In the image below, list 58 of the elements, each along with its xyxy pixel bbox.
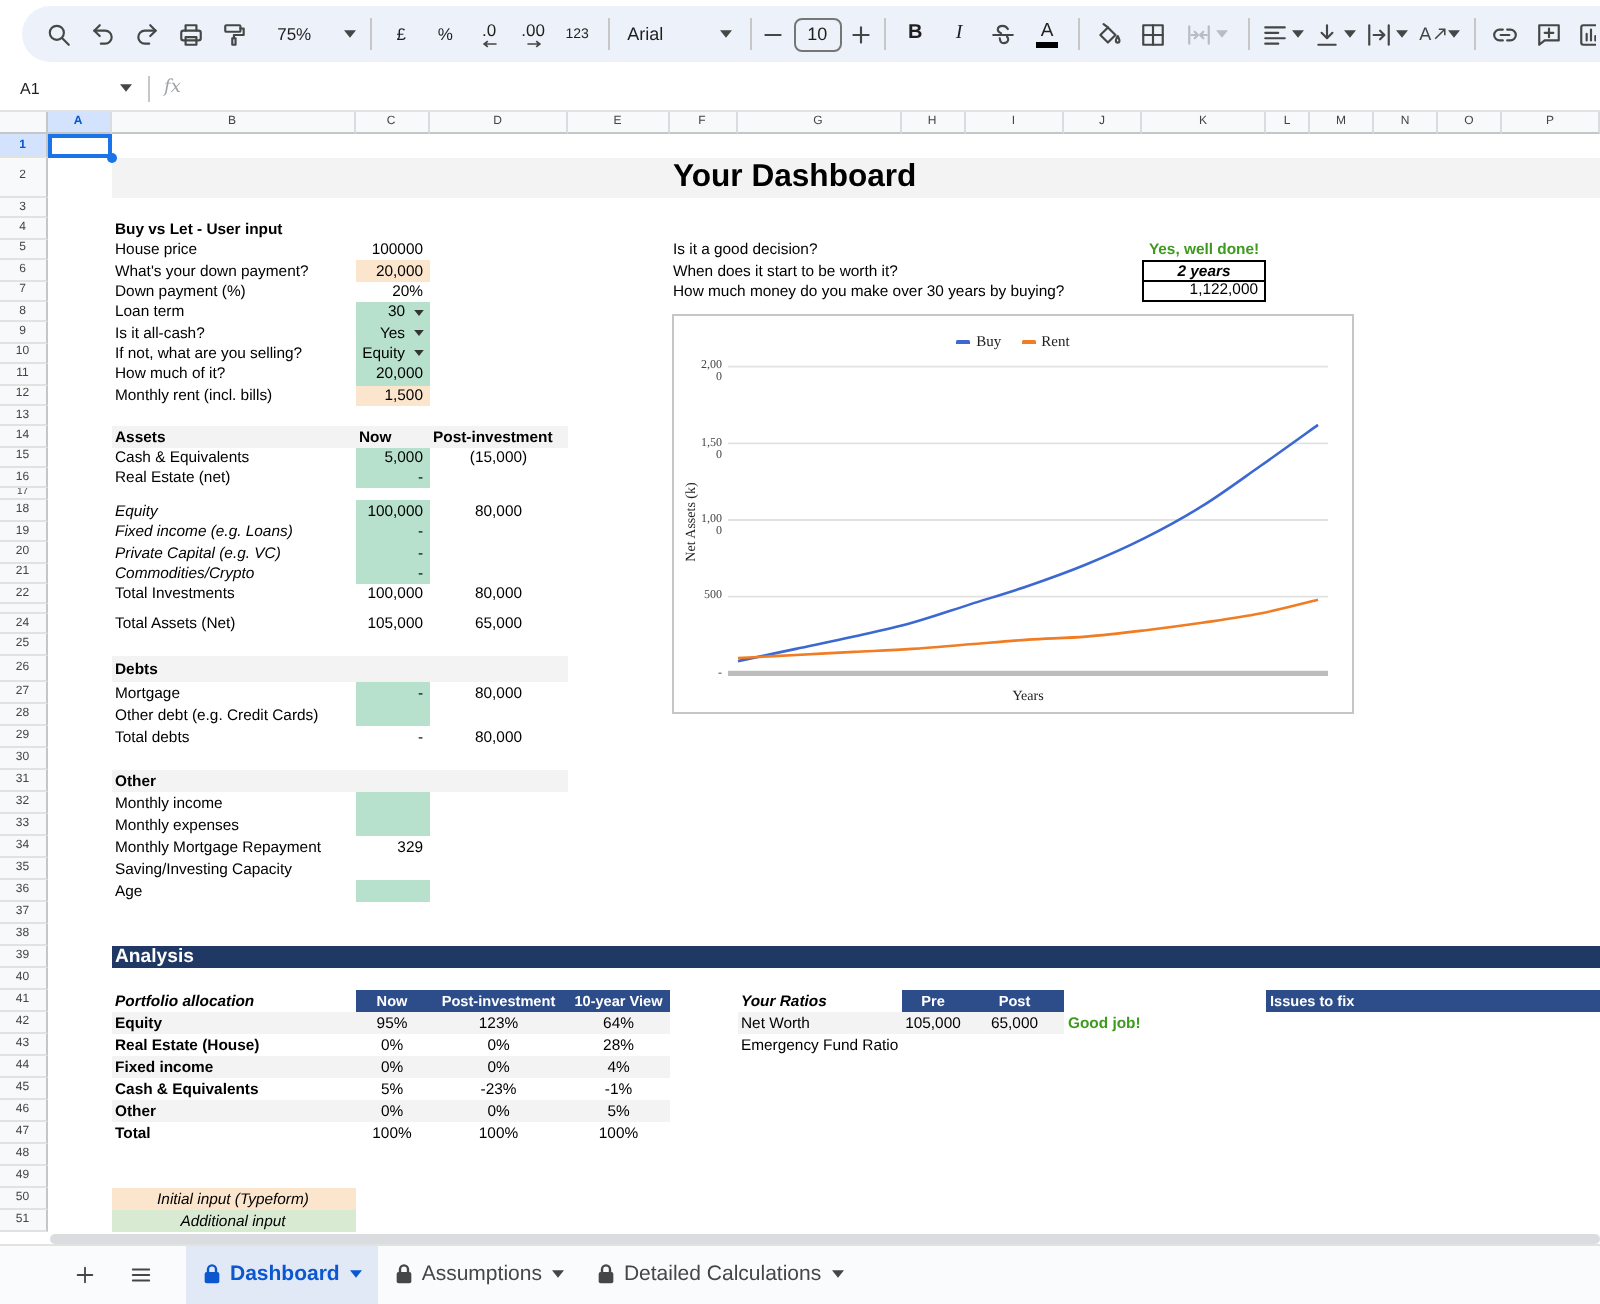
undo-icon[interactable]: [90, 21, 117, 47]
caret-icon: [551, 1270, 564, 1279]
caret-icon: [1344, 30, 1357, 38]
caret-icon: [413, 330, 423, 337]
cell-reference-field[interactable]: A1: [16, 72, 136, 104]
plus-icon[interactable]: [848, 21, 875, 47]
borders-icon[interactable]: [1140, 21, 1167, 47]
paint-bucket-icon[interactable]: [1096, 21, 1123, 47]
currency-button[interactable]: £: [379, 12, 424, 56]
caret-icon: [1292, 30, 1305, 38]
text-color-button[interactable]: A: [1025, 12, 1070, 56]
comment-icon[interactable]: [1536, 21, 1563, 47]
increase-decimals-button[interactable]: .00: [511, 12, 556, 56]
dashboard-title: Your Dashboard: [671, 162, 917, 194]
color-swatch-icon: [1036, 42, 1059, 47]
bold-button[interactable]: B: [893, 12, 938, 56]
plus-icon[interactable]: [73, 1263, 95, 1286]
decrease-decimals-button[interactable]: .0: [467, 12, 512, 56]
zoom-dropdown[interactable]: 75%: [257, 12, 362, 56]
paint-roller-icon[interactable]: [222, 21, 249, 47]
search-icon[interactable]: [46, 21, 73, 47]
caret-icon: [343, 30, 356, 38]
input-cell[interactable]: [355, 880, 429, 903]
font-dropdown[interactable]: Arial: [617, 12, 742, 56]
font-size-field[interactable]: 10: [793, 17, 842, 51]
arrow-right-icon: [525, 39, 542, 47]
chart-icon[interactable]: [1577, 21, 1596, 47]
function-label: fx: [164, 78, 181, 98]
caret-icon: [120, 84, 132, 92]
redo-icon[interactable]: [134, 21, 161, 47]
caret-icon: [1396, 30, 1409, 38]
caret-icon: [1447, 30, 1460, 38]
section-title: Analysis: [113, 947, 194, 967]
fill-handle[interactable]: [106, 152, 116, 163]
caret-icon: [831, 1270, 844, 1279]
text-rotation-button[interactable]: A: [1413, 12, 1466, 56]
caret-icon: [719, 30, 732, 38]
input-cell[interactable]: [355, 792, 429, 815]
sheet-tab[interactable]: Dashboard: [186, 1245, 378, 1304]
strikethrough-icon[interactable]: [990, 21, 1017, 47]
italic-button[interactable]: I: [937, 12, 982, 56]
caret-icon: [413, 309, 423, 316]
percent-button[interactable]: %: [423, 12, 468, 56]
text-wrap-icon[interactable]: [1366, 21, 1393, 47]
print-icon[interactable]: [178, 21, 205, 47]
arrow-left-icon: [481, 39, 498, 47]
menu-icon[interactable]: [129, 1263, 151, 1286]
caret-icon: [1216, 30, 1229, 38]
align-bottom-icon[interactable]: [1314, 21, 1341, 47]
caret-icon: [349, 1270, 362, 1279]
arrow-icon: [1433, 28, 1446, 40]
caret-icon: [413, 350, 423, 357]
sheet-tab[interactable]: Assumptions: [377, 1245, 580, 1304]
scrollbar-thumb[interactable]: [50, 1233, 1600, 1244]
input-cell[interactable]: [355, 814, 429, 837]
align-left-icon[interactable]: [1262, 21, 1289, 47]
sheet-tab[interactable]: Detailed Calculations: [579, 1245, 860, 1304]
input-cell[interactable]: [355, 704, 429, 727]
